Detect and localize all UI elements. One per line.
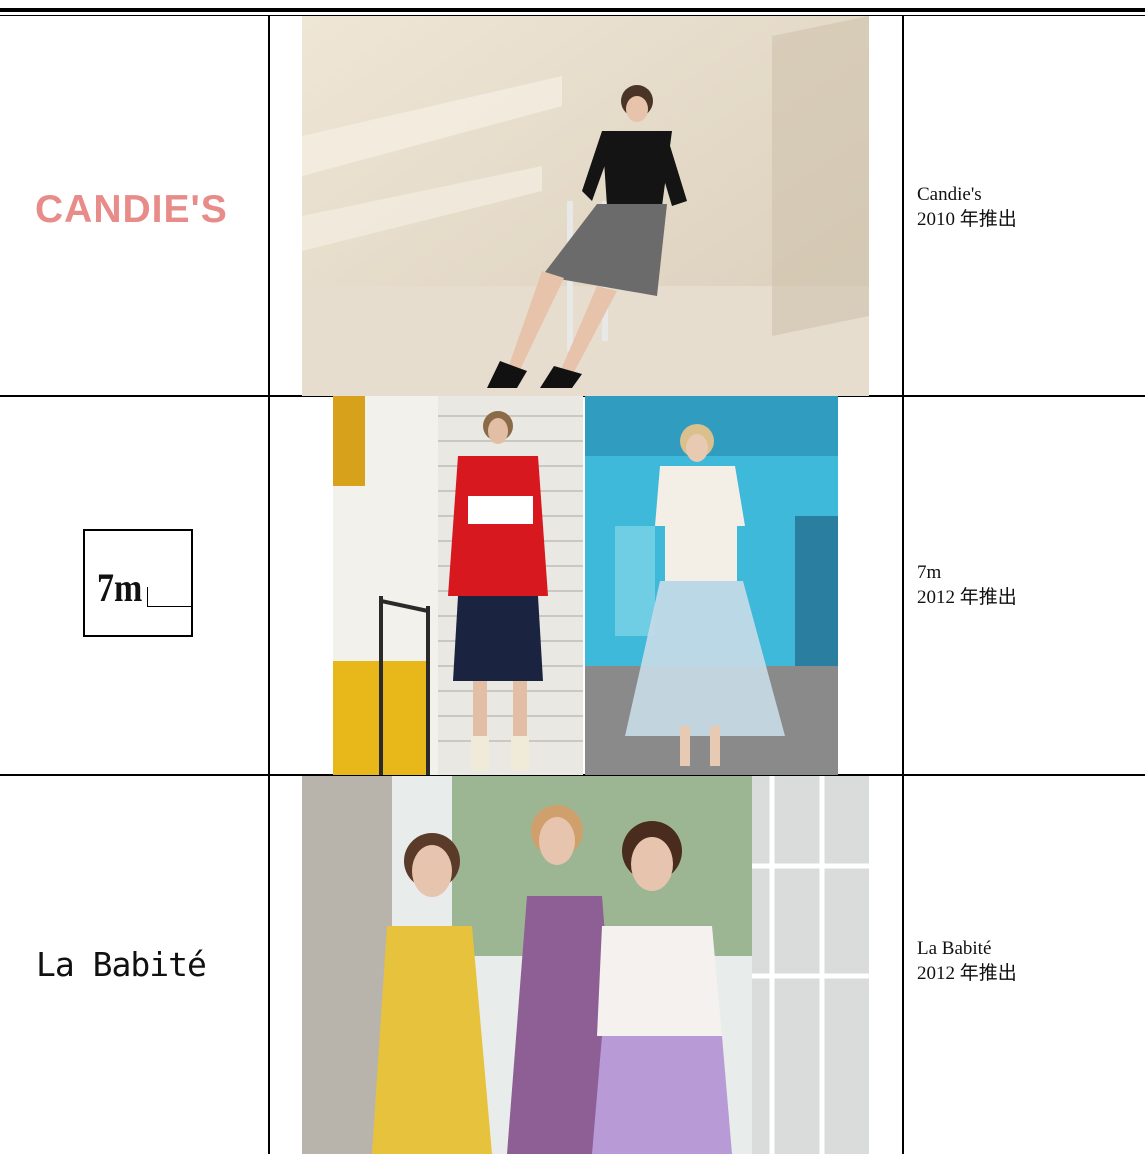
brand-info-candies: Candie's 2010 年推出 [917, 182, 1017, 232]
brand-logo-7m-text: 7m [97, 565, 143, 610]
brand-info-la-babite: La Babité 2012 年推出 [917, 936, 1017, 986]
brand-name: 7m [917, 562, 942, 583]
brand-name: Candie's [917, 184, 982, 205]
column-divider-left [268, 15, 270, 1154]
product-photo-7m-right [585, 396, 838, 775]
logo-underline [148, 606, 191, 607]
product-photo-candies [302, 16, 869, 396]
logo-tick [147, 587, 148, 607]
launch-year: 2012 年推出 [917, 963, 1017, 984]
column-divider-right [902, 15, 904, 1154]
launch-year: 2012 年推出 [917, 587, 1017, 608]
brand-logo-candies: CANDIE'S [35, 188, 228, 231]
product-photo-la-babite [302, 776, 869, 1154]
launch-year: 2010 年推出 [917, 209, 1017, 230]
brand-info-7m: 7m 2012 年推出 [917, 560, 1017, 610]
top-rule-thick [0, 8, 1145, 12]
brand-logo-7m: 7m [83, 529, 193, 637]
product-photo-7m-left [333, 396, 583, 775]
brand-name: La Babité [917, 938, 992, 959]
brand-logo-la-babite: La Babité [36, 945, 207, 984]
